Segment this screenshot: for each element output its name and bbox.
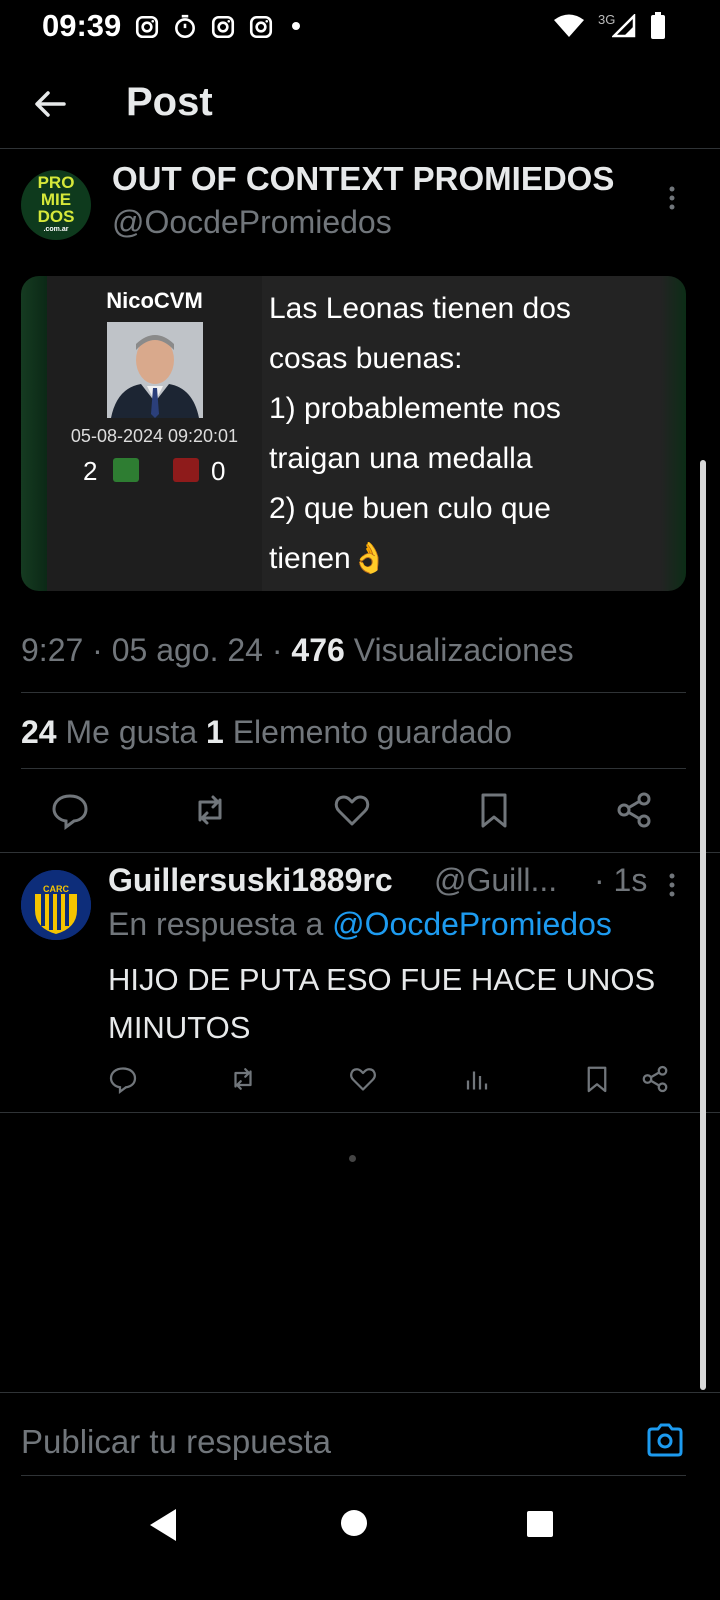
reply-context: En respuesta a @OocdePromiedos (108, 906, 612, 943)
author-handle[interactable]: @OocdePromiedos (112, 204, 392, 241)
status-time: 09:39 (42, 8, 122, 43)
reply-author-name[interactable]: Guillersuski1889rc (108, 862, 393, 899)
avatar[interactable]: CARC (21, 870, 91, 940)
wifi-icon (554, 14, 584, 37)
bookmark-icon[interactable] (582, 1064, 612, 1094)
more-vertical-icon[interactable] (664, 872, 680, 898)
loading-indicator (349, 1155, 356, 1162)
divider (21, 692, 686, 693)
instagram-icon (211, 15, 235, 39)
divider (0, 852, 720, 853)
scrollbar[interactable] (700, 460, 706, 1390)
repost-icon[interactable] (190, 790, 230, 830)
status-bar: 09:39 3G (0, 0, 720, 56)
views-count: 476 (291, 632, 345, 668)
bookmarks-count: 1 (206, 714, 224, 750)
post-stats[interactable]: 24 Me gusta 1 Elemento guardado (21, 714, 512, 751)
image-username: NicoCVM (106, 288, 203, 313)
divider (0, 1392, 720, 1393)
signal-icon (612, 14, 636, 38)
thumbs-up-icon (113, 458, 139, 482)
divider (0, 1112, 720, 1113)
page-title: Post (126, 80, 213, 124)
avatar-logo-text: PRO MIE DOS .com.ar (37, 173, 75, 233)
divider (21, 768, 686, 769)
repost-icon[interactable] (228, 1064, 258, 1094)
thumbs-down-icon (173, 458, 199, 482)
avatar[interactable]: PRO MIE DOS .com.ar (21, 170, 91, 240)
more-vertical-icon[interactable] (664, 184, 680, 212)
reply-text: HIJO DE PUTA ESO FUE HACE UNOS MINUTOS (108, 962, 656, 1045)
post-time: 9:27 · 05 ago. 24 · (21, 632, 292, 668)
image-dislikes-count: 0 (211, 456, 226, 486)
notification-dot (292, 22, 300, 30)
nav-recents-icon[interactable] (526, 1510, 554, 1538)
share-icon[interactable] (614, 790, 654, 830)
instagram-icon (249, 15, 273, 39)
views-label: Visualizaciones (344, 632, 574, 668)
reply-icon[interactable] (108, 1064, 138, 1094)
author-name[interactable]: OUT OF CONTEXT PROMIEDOS (112, 160, 614, 198)
reply-icon[interactable] (50, 790, 90, 830)
image-date: 05-08-2024 09:20:01 (70, 426, 239, 446)
like-icon[interactable] (348, 1064, 378, 1094)
image-likes-count: 2 (83, 456, 98, 486)
crest-label: CARC (43, 884, 69, 894)
reply-author-handle[interactable]: @Guill... (434, 862, 557, 899)
views-icon[interactable] (462, 1064, 492, 1094)
battery-icon (651, 12, 665, 39)
camera-icon[interactable] (646, 1422, 684, 1458)
club-crest-icon: CARC (21, 870, 91, 940)
nav-home-icon[interactable] (340, 1509, 368, 1537)
person-photo (107, 322, 203, 418)
reply-context-label: En respuesta a (108, 906, 333, 942)
image-profile-photo (107, 322, 203, 418)
post-image[interactable]: NicoCVM 05-08-2024 09:20:01 2 0 Las Leon… (21, 276, 686, 591)
header-divider (0, 148, 720, 149)
divider (21, 1475, 686, 1476)
bookmark-icon[interactable] (474, 790, 514, 830)
timer-icon (175, 14, 195, 39)
image-comment-text: Las Leonas tienen dos cosas buenas: 1) p… (269, 292, 571, 575)
instagram-icon (135, 15, 159, 39)
share-icon[interactable] (640, 1064, 670, 1094)
like-icon[interactable] (332, 790, 372, 830)
post-meta: 9:27 · 05 ago. 24 · 476 Visualizaciones (21, 632, 574, 669)
reply-input[interactable] (21, 1420, 621, 1464)
reply-time: · 1s (594, 862, 648, 898)
likes-label: Me gusta (56, 714, 206, 750)
likes-count: 24 (21, 714, 57, 750)
nav-back-icon[interactable] (148, 1507, 178, 1543)
back-arrow-icon[interactable] (28, 82, 72, 126)
bookmarks-label: Elemento guardado (223, 714, 512, 750)
reply-mention-link[interactable]: @OocdePromiedos (332, 906, 612, 942)
